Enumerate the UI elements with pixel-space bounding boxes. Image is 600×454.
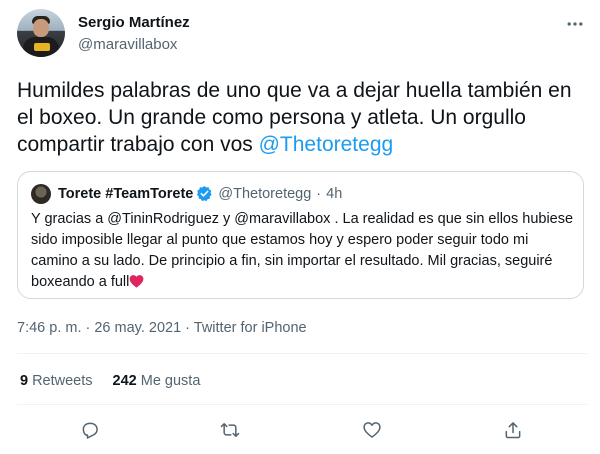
quoted-timestamp[interactable]: 4h [326, 186, 342, 202]
tweet-meta[interactable]: 7:46 p. m. · 26 may. 2021 · Twitter for … [17, 320, 307, 336]
author-name[interactable]: Sergio Martínez [78, 14, 190, 31]
divider [17, 353, 587, 354]
retweets-label: Retweets [32, 373, 93, 389]
retweets-stat[interactable]: 9 Retweets [20, 373, 93, 389]
quoted-author-handle: @Thetoretegg [218, 185, 312, 202]
share-icon[interactable] [501, 418, 525, 442]
quoted-text: Y gracias a @TininRodriguez y @maravilla… [31, 209, 576, 293]
tweet-card: Sergio Martínez @maravillabox Humildes p… [0, 0, 600, 454]
likes-stat[interactable]: 242 Me gusta [113, 373, 201, 389]
tweet-stats: 9 Retweets 242 Me gusta [20, 373, 200, 389]
avatar[interactable] [17, 9, 65, 57]
quoted-separator: · [316, 185, 322, 202]
retweet-icon[interactable] [218, 418, 242, 442]
quoted-avatar[interactable] [31, 184, 51, 204]
quoted-tweet[interactable]: Torete #TeamTorete @Thetoretegg · 4h Y g… [17, 171, 584, 299]
verified-badge-icon [196, 185, 213, 202]
red-heart-icon [129, 274, 144, 288]
divider [17, 404, 587, 405]
tweet-mention-link[interactable]: @Thetoretegg [259, 133, 394, 156]
tweet-text: Humildes palabras de uno que va a dejar … [17, 77, 587, 158]
reply-icon[interactable] [78, 418, 102, 442]
like-icon[interactable] [360, 418, 384, 442]
likes-label: Me gusta [140, 373, 201, 389]
more-options-icon[interactable] [563, 12, 587, 36]
quoted-body: Y gracias a @TininRodriguez y @maravilla… [31, 211, 574, 290]
avatar-head [33, 19, 49, 37]
quoted-author-name: Torete #TeamTorete [58, 185, 194, 202]
retweets-count: 9 [20, 373, 29, 389]
author-handle[interactable]: @maravillabox [78, 36, 177, 53]
likes-count: 242 [112, 373, 137, 389]
avatar-shirt-logo [34, 43, 50, 51]
quoted-header: Torete #TeamTorete @Thetoretegg · 4h [58, 185, 342, 202]
